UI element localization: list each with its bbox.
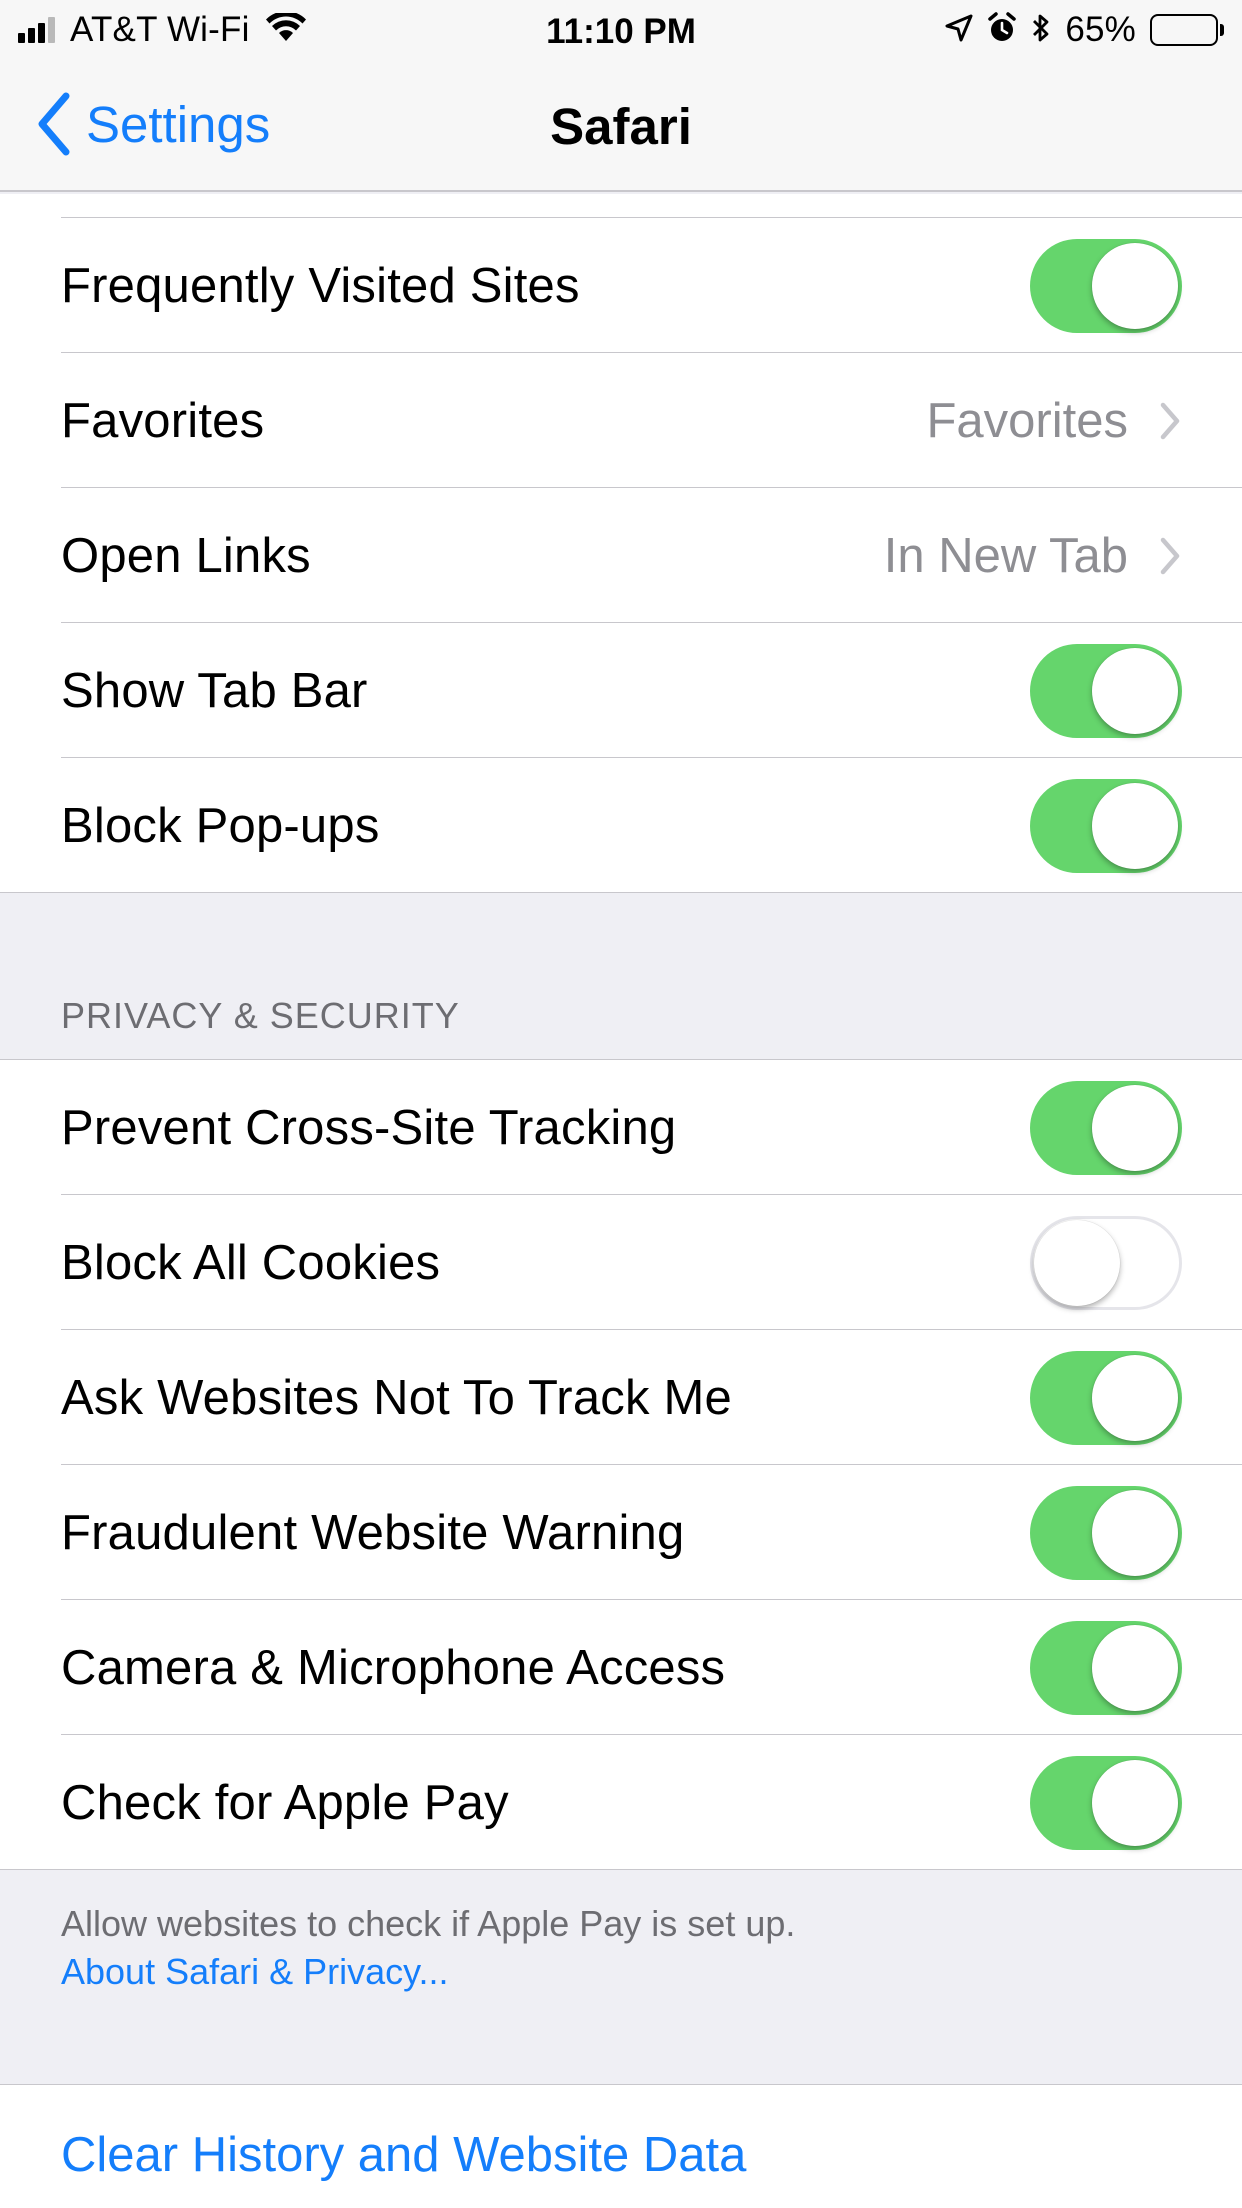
row-label: Favorites [61,393,265,448]
row-label: Frequently Visited Sites [61,258,580,313]
show-tab-bar-toggle[interactable] [1030,643,1182,738]
clear-history-button[interactable]: Clear History and Website Data [0,2085,1242,2208]
general-group: Frequently Visited Sites Favorites Favor… [0,218,1242,893]
row-value: Favorites [926,393,1128,448]
page-title: Safari [550,98,692,155]
row-label: Block All Cookies [61,1235,441,1290]
settings-list: Frequently Visited Sites Favorites Favor… [0,194,1242,2208]
about-safari-privacy-link[interactable]: About Safari & Privacy... [61,1948,449,1996]
row-label: Ask Websites Not To Track Me [61,1370,732,1425]
row-favorites[interactable]: Favorites Favorites [0,353,1242,488]
bluetooth-icon [1031,12,1051,49]
row-block-all-cookies[interactable]: Block All Cookies [0,1195,1242,1330]
battery-icon [1150,14,1224,46]
alarm-icon [987,11,1017,49]
row-show-tab-bar[interactable]: Show Tab Bar [0,623,1242,758]
camera-microphone-access-toggle[interactable] [1030,1620,1182,1715]
footer-text: Allow websites to check if Apple Pay is … [61,1903,796,1944]
chevron-right-icon [1160,402,1180,439]
row-check-for-apple-pay[interactable]: Check for Apple Pay [0,1735,1242,1870]
row-label: Block Pop-ups [61,798,380,853]
status-bar: AT&T Wi-Fi 11:10 PM 65% [0,0,1242,60]
fraudulent-website-warning-toggle[interactable] [1030,1485,1182,1580]
battery-percent: 65% [1065,10,1136,49]
block-pop-ups-toggle[interactable] [1030,778,1182,873]
row-open-links[interactable]: Open Links In New Tab [0,488,1242,623]
row-label: Camera & Microphone Access [61,1640,726,1695]
navigation-bar: Settings Safari [0,60,1242,192]
ask-websites-not-to-track-toggle[interactable] [1030,1350,1182,1445]
partial-row [0,194,1242,218]
privacy-group: Prevent Cross-Site Tracking Block All Co… [0,1060,1242,1870]
row-value: In New Tab [883,528,1128,583]
check-for-apple-pay-toggle[interactable] [1030,1755,1182,1850]
row-prevent-cross-site-tracking[interactable]: Prevent Cross-Site Tracking [0,1060,1242,1195]
row-label: Fraudulent Website Warning [61,1505,685,1560]
status-bar-right: 65% [931,10,1224,49]
location-icon [945,14,973,47]
row-fraudulent-website-warning[interactable]: Fraudulent Website Warning [0,1465,1242,1600]
chevron-right-icon [1160,537,1180,574]
clear-history-label: Clear History and Website Data [61,2128,747,2182]
safari-settings-screen: AT&T Wi-Fi 11:10 PM 65% Settings Safari … [0,0,1242,2208]
section-header-label: PRIVACY & SECURITY [61,995,460,1036]
row-frequently-visited-sites[interactable]: Frequently Visited Sites [0,218,1242,353]
privacy-footer: Allow websites to check if Apple Pay is … [0,1870,1242,2085]
row-label: Open Links [61,528,311,583]
row-camera-microphone-access[interactable]: Camera & Microphone Access [0,1600,1242,1735]
block-all-cookies-toggle[interactable] [1030,1215,1182,1310]
frequently-visited-sites-toggle[interactable] [1030,238,1182,333]
prevent-cross-site-tracking-toggle[interactable] [1030,1080,1182,1175]
row-label: Check for Apple Pay [61,1775,509,1830]
section-header-privacy: PRIVACY & SECURITY [0,893,1242,1060]
row-block-pop-ups[interactable]: Block Pop-ups [0,758,1242,893]
row-label: Show Tab Bar [61,663,368,718]
row-label: Prevent Cross-Site Tracking [61,1100,677,1155]
row-ask-websites-not-to-track[interactable]: Ask Websites Not To Track Me [0,1330,1242,1465]
